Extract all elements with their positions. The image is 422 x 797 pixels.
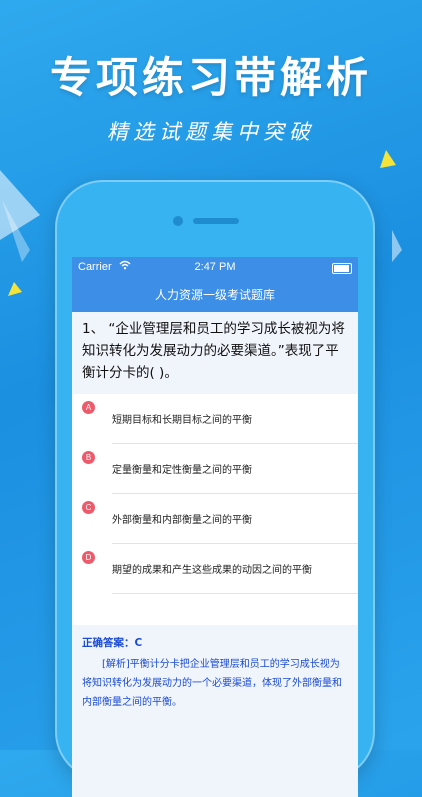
option-d[interactable]: D 期望的成果和产生这些成果的动因之间的平衡: [82, 544, 358, 594]
banner-subline: 精选试题集中突破: [107, 120, 315, 144]
status-time: 2:47 PM: [194, 261, 236, 273]
phone-screen: Carrier 2:47 PM 人力资源一级考试题库 1、 “企业管理层和员工的…: [72, 257, 358, 797]
option-c-text: 外部衡量和内部衡量之间的平衡: [112, 515, 252, 526]
phone-speaker: [193, 218, 239, 224]
option-d-badge: D: [82, 551, 95, 564]
option-d-text: 期望的成果和产生这些成果的动因之间的平衡: [112, 565, 312, 576]
phone-camera: [173, 216, 183, 226]
option-b-text: 定量衡量和定性衡量之间的平衡: [112, 465, 252, 476]
nav-title: 人力资源一级考试题库: [72, 279, 358, 312]
option-a-badge: A: [82, 401, 95, 414]
answer-analysis: [解析]平衡计分卡把企业管理层和员工的学习成长视为将知识转化为发展动力的一个必要…: [82, 659, 342, 708]
question-text: 1、 “企业管理层和员工的学习成长被视为将知识转化为发展动力的必要渠道。”表现了…: [72, 312, 358, 394]
answer-panel: 正确答案：C [解析]平衡计分卡把企业管理层和员工的学习成长视为将知识转化为发展…: [72, 625, 358, 797]
option-c[interactable]: C 外部衡量和内部衡量之间的平衡: [82, 494, 358, 544]
battery-icon: [332, 263, 352, 274]
phone-frame: Carrier 2:47 PM 人力资源一级考试题库 1、 “企业管理层和员工的…: [55, 180, 375, 797]
status-bar: Carrier 2:47 PM: [72, 257, 358, 279]
option-b[interactable]: B 定量衡量和定性衡量之间的平衡: [82, 444, 358, 494]
banner-headline: 专项练习带解析: [49, 53, 372, 102]
option-a[interactable]: A 短期目标和长期目标之间的平衡: [82, 394, 358, 444]
option-a-text: 短期目标和长期目标之间的平衡: [112, 415, 252, 426]
option-b-badge: B: [82, 451, 95, 464]
option-c-badge: C: [82, 501, 95, 514]
options-list: A 短期目标和长期目标之间的平衡 B 定量衡量和定性衡量之间的平衡 C 外部衡量…: [72, 394, 358, 594]
correct-answer-label: 正确答案：C: [82, 637, 143, 649]
